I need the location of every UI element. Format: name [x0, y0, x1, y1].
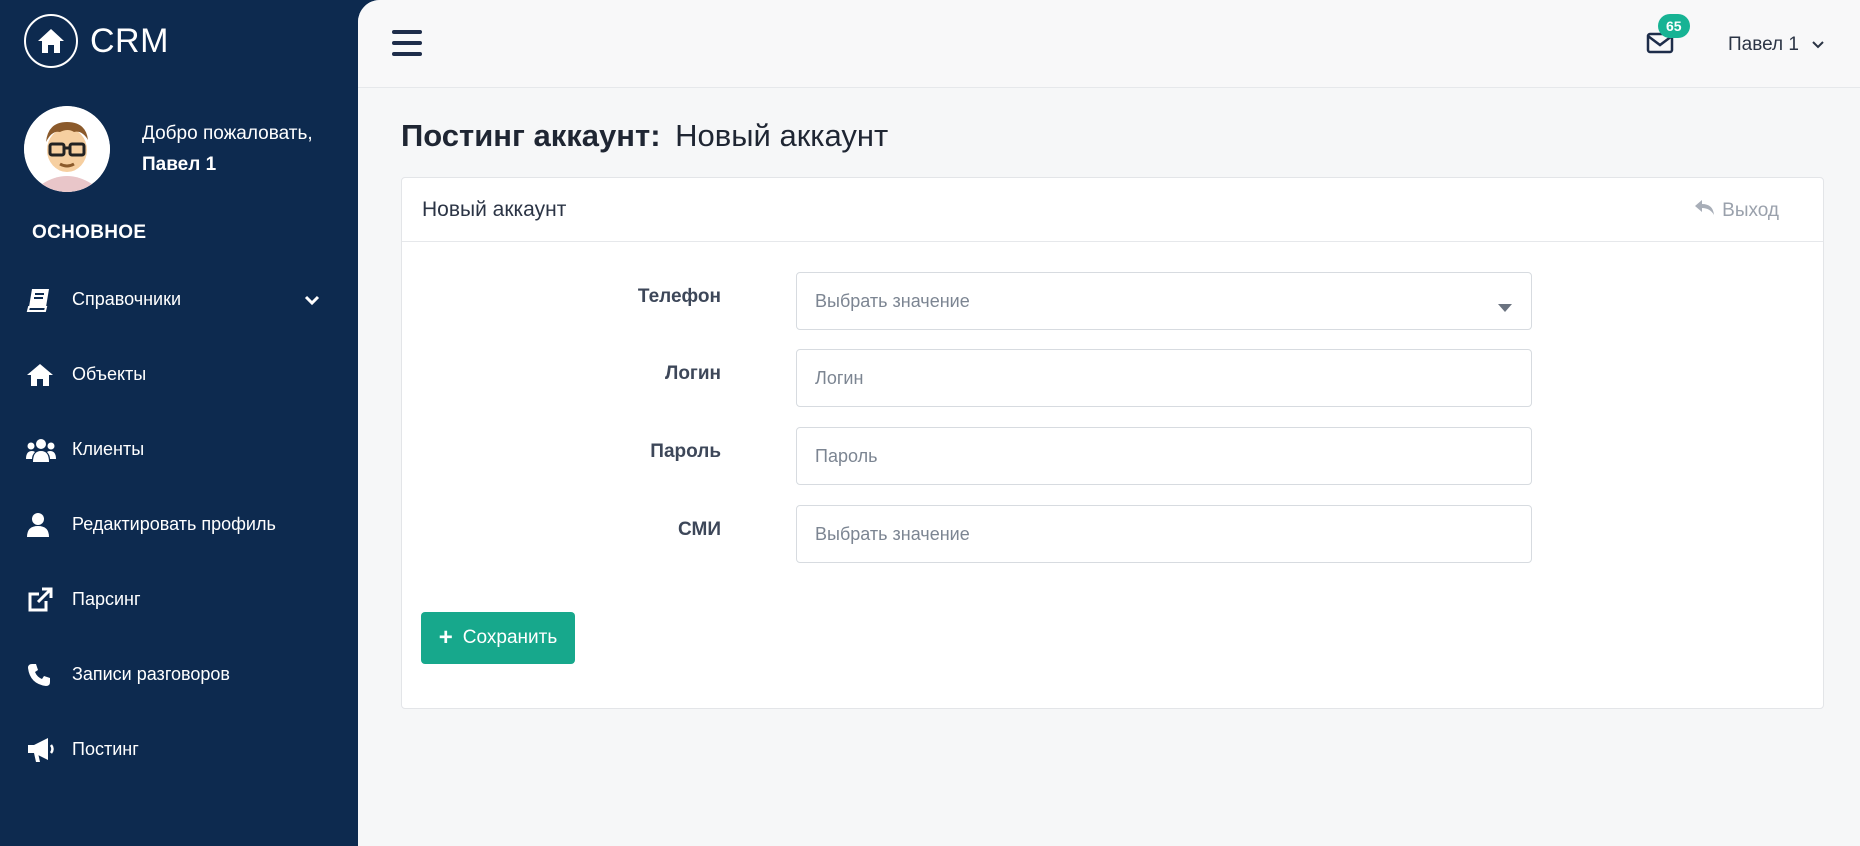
- user-menu-label: Павел 1: [1728, 34, 1799, 55]
- media-select-placeholder: Выбрать значение: [815, 523, 970, 544]
- topbar: 65 Павел 1: [358, 0, 1860, 88]
- form-row-login: Логин: [402, 349, 1825, 407]
- form-row-media: СМИ Выбрать значение: [402, 505, 1825, 563]
- external-link-icon: [26, 585, 58, 615]
- page-title-subtitle: Новый аккаунт: [675, 118, 889, 153]
- sidebar-item-label: Клиенты: [72, 439, 145, 459]
- sidebar-item-parsing[interactable]: Парсинг: [0, 562, 358, 637]
- save-label: Сохранить: [462, 627, 558, 648]
- password-input[interactable]: [796, 427, 1532, 485]
- phone-icon: [26, 660, 58, 690]
- password-label: Пароль: [650, 441, 721, 462]
- home-icon: [26, 360, 58, 390]
- sidebar-item-label: Парсинг: [72, 589, 141, 609]
- form-row-phone: Телефон Выбрать значение: [402, 272, 1825, 330]
- mail-count-badge: 65: [1658, 14, 1690, 38]
- main-content: 65 Павел 1 Постинг аккаунт: Новый аккаун…: [358, 0, 1860, 846]
- media-select[interactable]: Выбрать значение: [796, 505, 1532, 563]
- chevron-down-icon: [1811, 34, 1825, 56]
- avatar: [24, 106, 110, 192]
- menu-toggle-icon[interactable]: [392, 30, 422, 56]
- form-card: Новый аккаунт Выход Телефон Выбрать знач…: [401, 177, 1824, 709]
- phone-select[interactable]: Выбрать значение: [796, 272, 1532, 330]
- sidebar-section-title: ОСНОВНОЕ: [32, 222, 147, 243]
- sidebar-item-directories[interactable]: Справочники: [0, 262, 358, 337]
- user-block: Добро пожаловать, Павел 1: [24, 106, 313, 192]
- brand[interactable]: CRM: [24, 14, 169, 68]
- sidebar-item-label: Записи разговоров: [72, 664, 230, 684]
- sidebar-item-label: Редактировать профиль: [72, 514, 276, 534]
- sidebar-item-edit-profile[interactable]: Редактировать профиль: [0, 487, 358, 562]
- page-title: Постинг аккаунт: Новый аккаунт: [401, 118, 888, 154]
- reply-icon: [1694, 199, 1716, 223]
- chevron-down-icon[interactable]: [304, 290, 320, 311]
- user-icon: [26, 510, 58, 540]
- exit-button[interactable]: Выход: [1694, 199, 1779, 223]
- user-menu[interactable]: Павел 1: [1728, 34, 1825, 56]
- media-label: СМИ: [678, 519, 721, 540]
- save-button[interactable]: + Сохранить: [421, 612, 575, 664]
- phone-label: Телефон: [637, 286, 721, 307]
- sidebar-item-objects[interactable]: Объекты: [0, 337, 358, 412]
- exit-label: Выход: [1722, 200, 1779, 221]
- sidebar-item-label: Постинг: [72, 739, 139, 759]
- sidebar-item-call-records[interactable]: Записи разговоров: [0, 637, 358, 712]
- phone-select-placeholder: Выбрать значение: [815, 290, 970, 311]
- plus-icon: +: [438, 624, 453, 651]
- megaphone-icon: [26, 735, 58, 765]
- brand-name: CRM: [90, 21, 169, 60]
- welcome-text: Добро пожаловать, Павел 1: [142, 118, 313, 180]
- sidebar-nav: Справочники Объекты Клиенты Редактироват…: [0, 262, 358, 787]
- sidebar: CRM Добро пожаловать, Павел 1 ОСНОВНОЕ С…: [0, 0, 358, 846]
- welcome-user-name: Павел 1: [142, 154, 217, 175]
- card-header: Новый аккаунт Выход: [402, 178, 1823, 242]
- book-icon: [26, 285, 58, 315]
- sidebar-item-label: Справочники: [72, 289, 182, 309]
- form-row-password: Пароль: [402, 427, 1825, 485]
- welcome-greeting: Добро пожаловать,: [142, 123, 313, 144]
- users-icon: [26, 435, 58, 465]
- caret-down-icon: [1497, 297, 1513, 318]
- home-logo-icon: [24, 14, 78, 68]
- sidebar-item-posting[interactable]: Постинг: [0, 712, 358, 787]
- sidebar-item-clients[interactable]: Клиенты: [0, 412, 358, 487]
- login-input[interactable]: [796, 349, 1532, 407]
- sidebar-item-label: Объекты: [72, 364, 147, 384]
- login-label: Логин: [664, 363, 721, 384]
- page-title-section: Постинг аккаунт:: [401, 118, 661, 153]
- card-title: Новый аккаунт: [422, 198, 567, 221]
